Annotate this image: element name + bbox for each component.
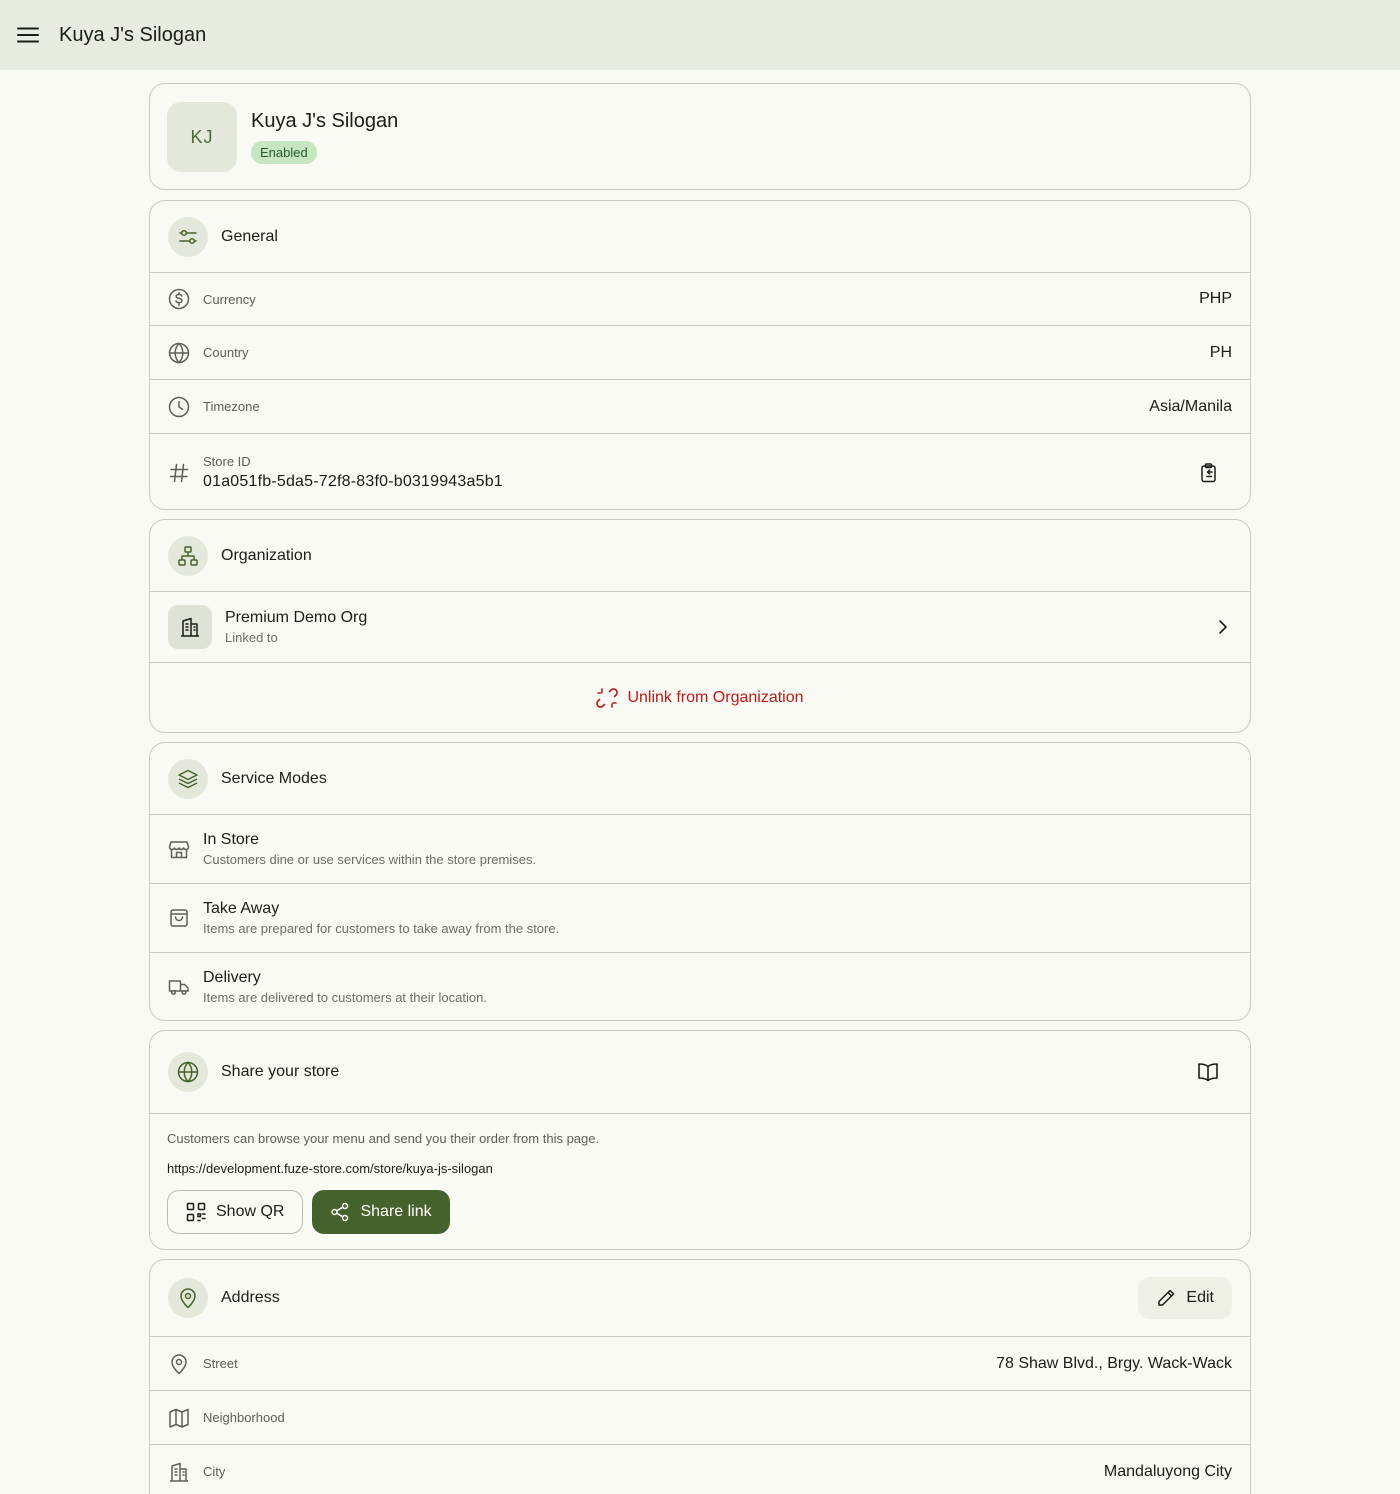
street-value: 78 Shaw Blvd., Brgy. Wack-Wack [996, 1354, 1232, 1372]
linked-organization-item[interactable]: Premium Demo Org Linked to [150, 591, 1250, 662]
delivery-description: Items are delivered to customers at thei… [203, 990, 487, 1005]
globe-icon [168, 1052, 208, 1092]
neighborhood-label: Neighborhood [203, 1410, 285, 1425]
organization-card: Organization Premium Demo Org Linked to … [149, 519, 1251, 733]
sliders-icon [168, 216, 208, 257]
show-qr-label: Show QR [216, 1203, 285, 1220]
store-id-value: 01a051fb-5da5-72f8-83f0-b0319943a5b1 [203, 473, 503, 490]
store-url[interactable]: https://development.fuze-store.com/store… [167, 1161, 1233, 1176]
organization-header: Organization [150, 520, 1250, 591]
share-store-card: Share your store Customers can browse yo… [149, 1030, 1251, 1250]
pencil-icon [1156, 1288, 1176, 1308]
general-card: General Currency PHP Country PH Timezone… [149, 200, 1251, 510]
store-avatar: KJ [167, 102, 237, 172]
status-badge: Enabled [251, 141, 317, 164]
unlink-organization-button[interactable]: Unlink from Organization [150, 662, 1250, 732]
map-icon [168, 1407, 190, 1429]
service-modes-header: Service Modes [150, 743, 1250, 814]
location-pin-icon [168, 1278, 208, 1318]
city-label: City [203, 1464, 226, 1479]
service-mode-take-away: Take Away Items are prepared for custome… [150, 883, 1250, 952]
store-header-card: KJ Kuya J's Silogan Enabled [149, 83, 1251, 190]
truck-icon [168, 976, 190, 998]
dollar-circle-icon [168, 288, 190, 310]
in-store-title: In Store [203, 831, 260, 848]
share-description: Customers can browse your menu and send … [167, 1131, 600, 1146]
organization-name: Premium Demo Org [225, 609, 368, 626]
country-label: Country [203, 345, 249, 360]
in-store-description: Customers dine or use services within th… [203, 852, 537, 867]
edit-label: Edit [1186, 1289, 1214, 1306]
general-heading: General [221, 227, 278, 245]
take-away-title: Take Away [203, 900, 280, 917]
city-value: Mandaluyong City [1103, 1462, 1232, 1480]
neighborhood-row: Neighborhood [150, 1390, 1250, 1444]
share-link-label: Share link [360, 1203, 432, 1220]
take-away-description: Items are prepared for customers to take… [203, 921, 560, 936]
unlink-icon [596, 687, 619, 709]
timezone-row: Timezone Asia/Manila [150, 379, 1250, 433]
service-mode-delivery: Delivery Items are delivered to customer… [150, 952, 1250, 1020]
share-link-button[interactable]: Share link [312, 1190, 450, 1234]
menu-icon[interactable] [0, 0, 56, 70]
edit-address-button[interactable]: Edit [1138, 1277, 1232, 1319]
store-icon [168, 838, 190, 860]
city-row: City Mandaluyong City [150, 1444, 1250, 1494]
organization-linked-label: Linked to [225, 630, 278, 645]
address-header: Address Edit [150, 1260, 1250, 1336]
store-name: Kuya J's Silogan [251, 110, 399, 132]
share-store-header: Share your store [150, 1031, 1250, 1113]
currency-value: PHP [1199, 290, 1232, 307]
general-header: General [150, 201, 1250, 272]
qr-code-icon [186, 1202, 206, 1222]
store-id-row: Store ID 01a051fb-5da5-72f8-83f0-b031994… [150, 433, 1250, 509]
app-title: Kuya J's Silogan [59, 23, 207, 46]
chevron-right-icon [1218, 619, 1228, 635]
show-qr-button[interactable]: Show QR [167, 1190, 304, 1234]
service-mode-in-store: In Store Customers dine or use services … [150, 814, 1250, 883]
layers-icon [168, 758, 208, 799]
open-book-icon[interactable] [1197, 1062, 1219, 1082]
clock-icon [168, 396, 190, 418]
service-modes-heading: Service Modes [221, 769, 327, 787]
top-app-bar: Kuya J's Silogan [0, 0, 1400, 70]
country-value: PH [1209, 343, 1232, 361]
share-store-heading: Share your store [221, 1063, 340, 1080]
store-id-label: Store ID [203, 454, 251, 469]
address-heading: Address [221, 1289, 280, 1306]
delivery-title: Delivery [203, 969, 261, 986]
building-icon [168, 1461, 190, 1483]
shopping-bag-icon [168, 907, 190, 929]
copy-clipboard-icon[interactable] [1200, 462, 1218, 483]
organization-heading: Organization [221, 546, 312, 564]
currency-row: Currency PHP [150, 272, 1250, 325]
street-row: Street 78 Shaw Blvd., Brgy. Wack-Wack [150, 1336, 1250, 1390]
timezone-value: Asia/Manila [1149, 397, 1232, 415]
currency-label: Currency [203, 291, 256, 307]
timezone-label: Timezone [203, 399, 260, 414]
country-row: Country PH [150, 325, 1250, 379]
unlink-label: Unlink from Organization [627, 689, 804, 706]
globe-icon [168, 341, 190, 364]
hash-icon [168, 462, 190, 484]
street-label: Street [203, 1356, 238, 1371]
hierarchy-icon [168, 535, 208, 576]
share-icon [330, 1202, 350, 1222]
address-card: Address Edit Street 78 Shaw Blvd., Brgy.… [149, 1259, 1251, 1494]
building-icon [168, 605, 212, 649]
service-modes-card: Service Modes In Store Customers dine or… [149, 742, 1251, 1021]
location-pin-icon [168, 1353, 190, 1375]
